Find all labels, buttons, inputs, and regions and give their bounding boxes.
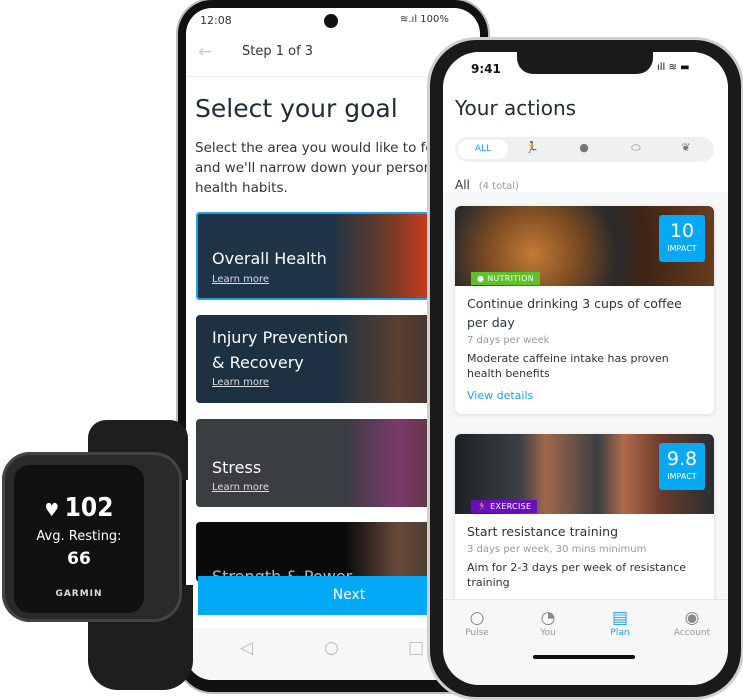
garmin-logo: GARMIN <box>55 589 103 599</box>
tab-label: Pulse <box>465 628 489 638</box>
filter-all[interactable]: ALL <box>458 140 508 159</box>
watch-screen: ♥ 102 Avg. Resting: 66 GARMIN <box>14 465 144 613</box>
arrow-left-icon[interactable]: ← <box>198 42 212 62</box>
action-card[interactable]: 10 IMPACT ● NUTRITION Continue drinking 3… <box>455 206 714 414</box>
goal-card-stress[interactable]: Stress Learn more <box>196 419 466 507</box>
tab-account[interactable]: ◉ Account <box>662 608 722 638</box>
action-frequency: 7 days per week <box>467 335 550 346</box>
apple-icon: ● <box>477 274 488 283</box>
home-circle-icon[interactable]: ○ <box>324 638 339 658</box>
goal-title: Stress <box>212 458 262 477</box>
running-icon[interactable]: 🏃 <box>507 141 557 154</box>
learn-more-link[interactable]: Learn more <box>212 274 269 285</box>
learn-more-link[interactable]: Learn more <box>212 482 269 493</box>
page-title: Select your goal <box>195 94 398 123</box>
recents-square-icon[interactable]: □ <box>408 638 424 658</box>
impact-badge: 9.8 IMPACT <box>659 443 705 490</box>
circle-icon: ○ <box>469 608 485 628</box>
status-time: 12:08 <box>200 14 232 27</box>
camera <box>324 14 338 28</box>
goal-card-overall-health[interactable]: Overall Health Learn more <box>196 212 466 300</box>
description-line: health habits. <box>195 180 288 196</box>
impact-value: 10 <box>669 220 695 242</box>
back-triangle-icon[interactable]: ◁ <box>240 638 253 658</box>
tab-pulse[interactable]: ○ Pulse <box>447 608 507 638</box>
clipboard-icon: ▤ <box>611 608 629 628</box>
heart-rate: ♥ 102 <box>14 493 144 523</box>
apple-icon[interactable]: ● <box>559 141 609 154</box>
tab-you[interactable]: ◔ You <box>518 608 578 638</box>
impact-badge: 10 IMPACT <box>659 215 705 262</box>
exercise-image: 9.8 IMPACT 🏃 EXERCISE <box>455 434 714 514</box>
action-description: Aim for 2-3 days per week of resistance … <box>467 561 687 589</box>
category-label: EXERCISE <box>490 502 532 511</box>
resting-label: Avg. Resting: <box>36 529 122 544</box>
description-line: and we'll narrow down your persona <box>195 160 441 176</box>
learn-more-link[interactable]: Learn more <box>212 377 269 388</box>
filter-bar: ALL 🏃 ● ⬭ ❦ <box>455 137 714 162</box>
page-title: Your actions <box>455 96 577 120</box>
section-count: (4 total) <box>478 181 519 192</box>
running-icon: 🏃 <box>477 502 491 511</box>
goal-title: Overall Health <box>212 249 327 268</box>
action-title: Start resistance training <box>467 524 619 539</box>
signal-icon: ≋.ıl <box>400 14 421 25</box>
notch <box>517 52 653 74</box>
category-tag: 🏃 EXERCISE <box>471 500 538 513</box>
action-card[interactable]: 9.8 IMPACT 🏃 EXERCISE Start resistance tr… <box>455 434 714 604</box>
view-details-link[interactable]: View details <box>467 389 702 402</box>
action-title: Continue drinking 3 cups of coffee per d… <box>467 296 682 330</box>
action-description: Moderate caffeine intake has proven heal… <box>467 352 669 380</box>
status-icons: ıll ≋ ▬ <box>657 62 690 73</box>
goal-title: Injury Prevention <box>212 328 349 347</box>
status-icons: ≋.ıl 100% <box>400 14 449 25</box>
impact-label: IMPACT <box>667 244 697 253</box>
description-line: Select the area you would like to foc <box>195 140 442 156</box>
gauge-icon: ◔ <box>540 608 556 628</box>
tab-label: You <box>540 628 556 638</box>
section-label: All <box>455 178 470 192</box>
goal-title: & Recovery <box>212 353 304 372</box>
pill-icon[interactable]: ⬭ <box>611 141 661 155</box>
home-indicator <box>533 655 635 659</box>
category-label: NUTRITION <box>487 274 534 283</box>
tab-label: Plan <box>610 628 630 638</box>
resting-value: 66 <box>67 549 91 569</box>
heart-rate-value: 102 <box>64 493 114 523</box>
goal-card-strength-power[interactable]: Strength & Power <box>196 522 466 582</box>
section-header: All (4 total) <box>455 178 519 192</box>
step-title: Step 1 of 3 <box>242 44 314 59</box>
category-tag: ● NUTRITION <box>471 272 540 285</box>
lotus-icon[interactable]: ❦ <box>661 141 711 154</box>
iphone-screen: 9:41 ıll ≋ ▬ Your actions ALL 🏃 ● ⬭ ❦ Al… <box>443 52 728 685</box>
impact-value: 9.8 <box>666 448 698 470</box>
battery-level: 100% <box>420 14 449 25</box>
coffee-image: 10 IMPACT ● NUTRITION <box>455 206 714 286</box>
tab-plan[interactable]: ▤ Plan <box>590 608 650 638</box>
status-time: 9:41 <box>471 62 501 76</box>
goal-card-injury-prevention[interactable]: Injury Prevention & Recovery Learn more <box>196 315 466 403</box>
user-circle-icon: ◉ <box>684 608 700 628</box>
heart-icon: ♥ <box>44 500 65 521</box>
tab-label: Account <box>673 628 711 638</box>
description: Select the area you would like to foc an… <box>195 138 441 198</box>
action-frequency: 3 days per week, 30 mins minimum <box>467 544 647 555</box>
impact-label: IMPACT <box>667 472 697 481</box>
